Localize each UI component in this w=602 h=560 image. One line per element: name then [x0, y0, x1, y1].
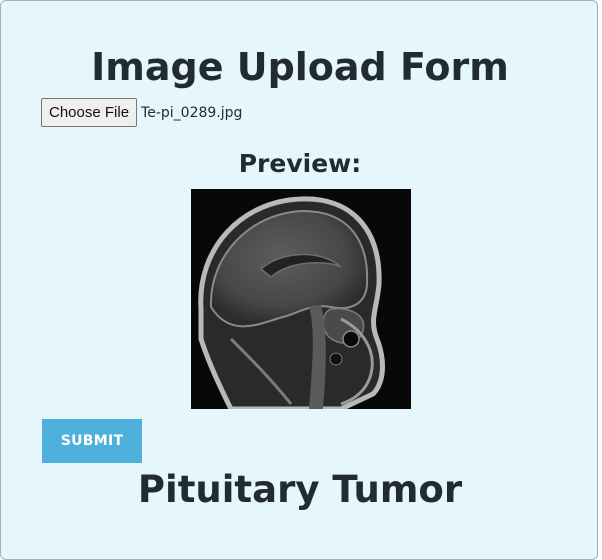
mri-scan-image	[191, 189, 411, 412]
choose-file-button[interactable]: Choose File	[41, 98, 138, 127]
file-input[interactable]: Choose File Te-pi_0289.jpg	[41, 98, 242, 127]
prediction-result: Pituitary Tumor	[137, 468, 463, 511]
preview-label: Preview:	[238, 149, 362, 178]
submit-button[interactable]: SUBMIT	[42, 419, 142, 463]
selected-file-name: Te-pi_0289.jpg	[141, 104, 243, 121]
upload-form-panel: Image Upload Form Choose File Te-pi_0289…	[0, 0, 598, 560]
page-title: Image Upload Form	[91, 45, 509, 89]
preview-image	[191, 189, 411, 412]
